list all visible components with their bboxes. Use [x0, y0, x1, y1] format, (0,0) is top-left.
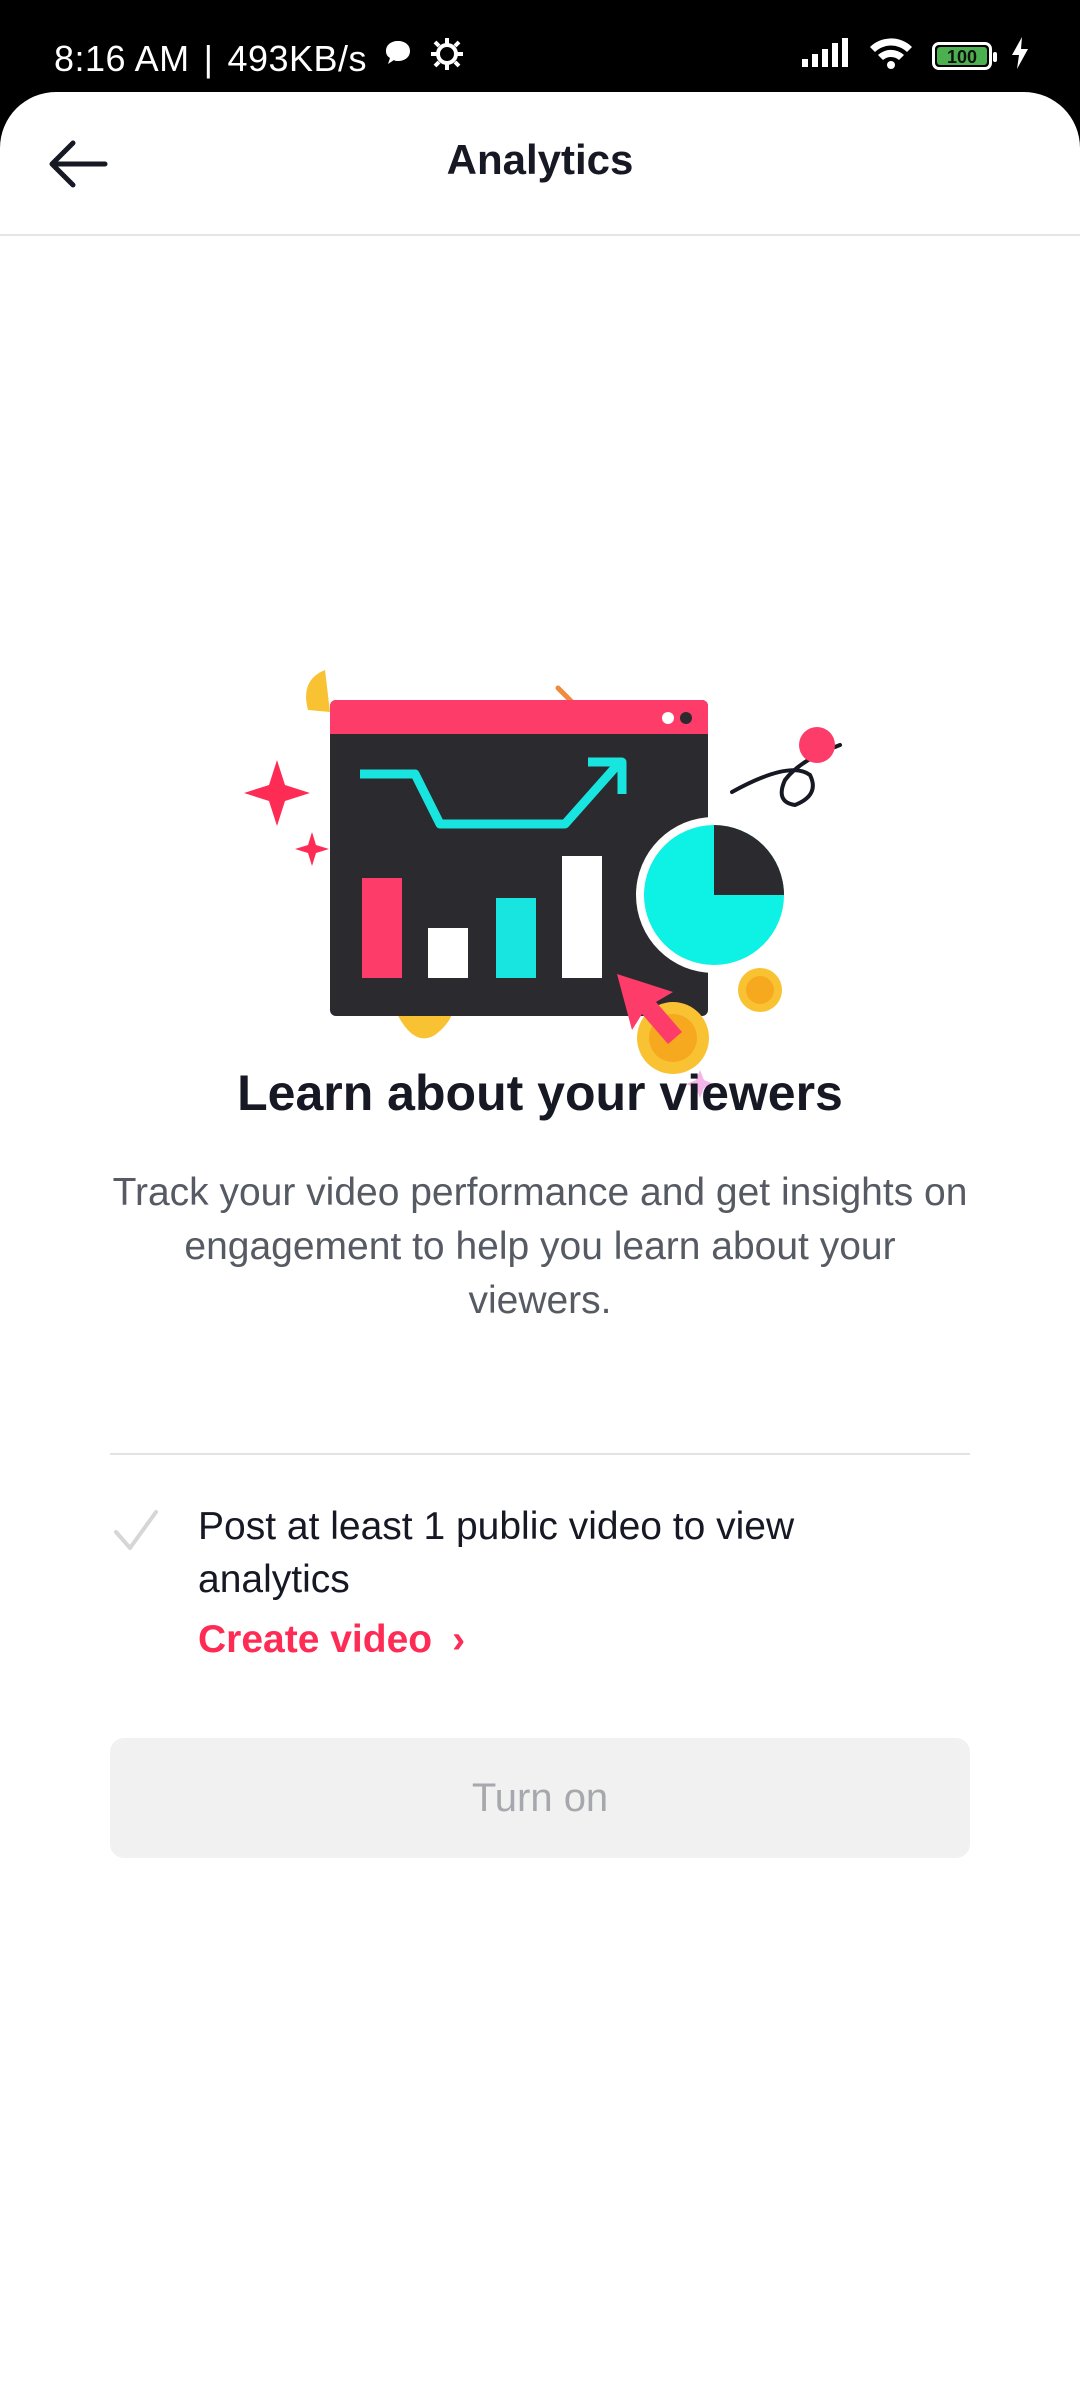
status-left: 8:16 AM | 493KB/s — [54, 36, 465, 81]
create-video-label: Create video — [198, 1618, 433, 1661]
signal-icon — [800, 37, 850, 74]
checkmark-icon — [114, 1510, 158, 1550]
network-speed: 493KB/s — [227, 37, 368, 79]
status-right: 100 — [800, 36, 1030, 75]
battery-icon: 100 — [932, 41, 997, 70]
wifi-icon — [868, 36, 914, 75]
analytics-illustration — [244, 670, 842, 1098]
requirement-text: Post at least 1 public video to view ana… — [198, 1505, 795, 1601]
chat-bubble-icon — [381, 37, 415, 80]
empty-state-description: Track your video performance and get ins… — [112, 1171, 968, 1322]
turn-on-button[interactable]: Turn on — [110, 1738, 970, 1858]
settings-gear-icon — [429, 36, 465, 81]
divider — [110, 1453, 970, 1455]
status-time: 8:16 AM — [54, 37, 190, 79]
battery-level: 100 — [937, 46, 987, 67]
page-title: Analytics — [446, 136, 634, 183]
charging-bolt-icon — [1010, 37, 1030, 74]
empty-state-heading: Learn about your viewers — [237, 1065, 843, 1121]
status-separator: | — [203, 37, 214, 79]
chevron-right-icon: › — [452, 1618, 466, 1661]
create-video-link[interactable]: Create video › — [198, 1618, 465, 1662]
top-nav: Analytics — [0, 92, 1080, 236]
